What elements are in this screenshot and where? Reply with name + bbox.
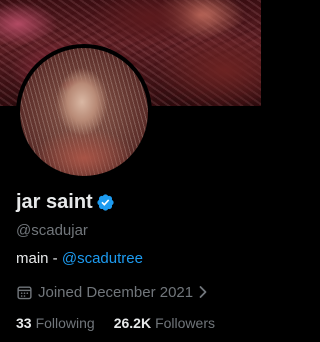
- followers-label: Followers: [155, 315, 215, 331]
- chevron-right-icon[interactable]: [197, 285, 209, 299]
- calendar-icon: [16, 284, 33, 301]
- name-row: jar saint: [16, 190, 115, 214]
- follow-stats: 33 Following 26.2K Followers: [16, 314, 215, 332]
- avatar[interactable]: [16, 44, 152, 180]
- avatar-image[interactable]: [20, 48, 148, 176]
- following-count: 33: [16, 315, 32, 331]
- bio-mention-link[interactable]: @scadutree: [62, 250, 143, 267]
- following-link[interactable]: 33 Following: [16, 315, 95, 331]
- following-label: Following: [35, 315, 95, 331]
- followers-link[interactable]: 26.2K Followers: [114, 315, 215, 331]
- bio-text: main -: [16, 250, 62, 267]
- user-handle: @scadujar: [16, 222, 88, 239]
- followers-count: 26.2K: [113, 315, 152, 331]
- joined-date-row[interactable]: Joined December 2021: [16, 282, 209, 302]
- joined-date: Joined December 2021: [38, 283, 194, 301]
- bio: main - @scadutree: [16, 250, 143, 268]
- display-name: jar saint: [16, 191, 93, 213]
- verified-badge-icon[interactable]: [96, 193, 115, 212]
